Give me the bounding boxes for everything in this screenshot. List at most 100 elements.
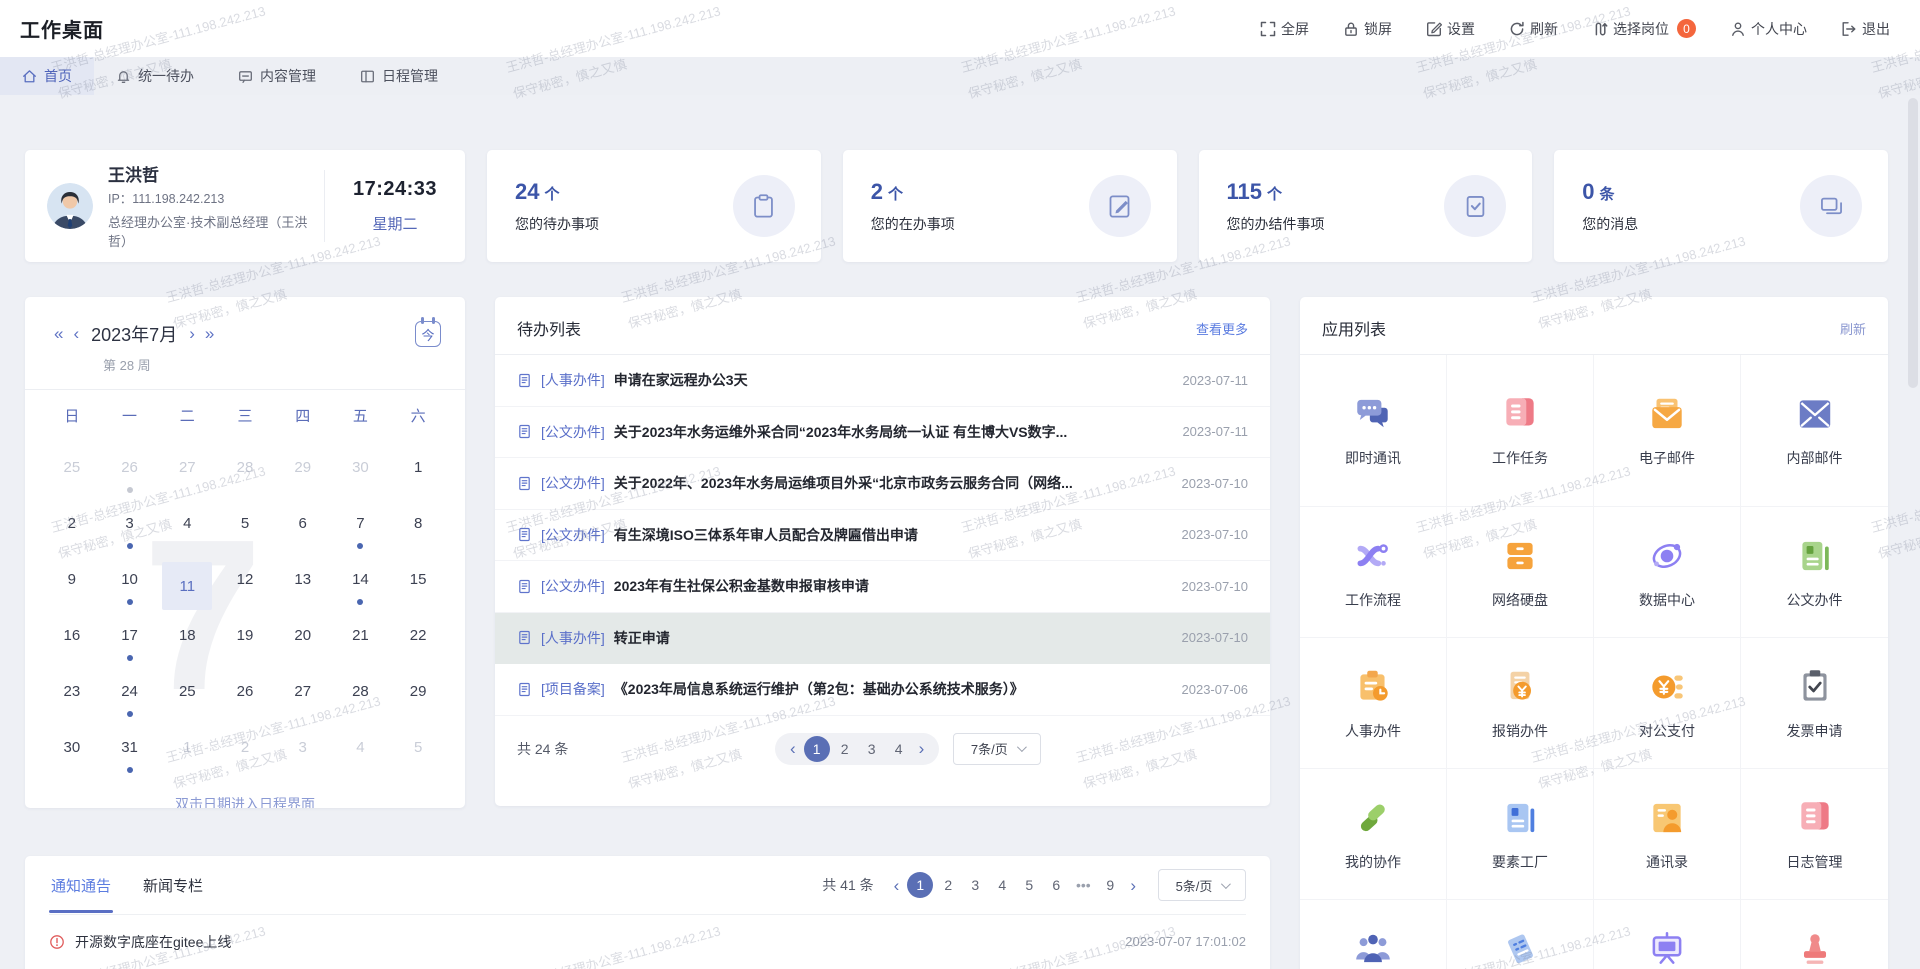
calendar-day[interactable]: 12 xyxy=(216,562,274,618)
todo-item[interactable]: [人事办件] 转正申请 2023-07-10 xyxy=(495,613,1270,665)
topbar-lock-screen-button[interactable]: 锁屏 xyxy=(1343,19,1392,39)
calendar-day[interactable]: 27 xyxy=(274,674,332,730)
page-scrollbar[interactable] xyxy=(1908,98,1918,958)
todo-item[interactable]: [公文办件] 关于2023年水务运维外采合同“2023年水务局统一认证 有生博大… xyxy=(495,407,1270,459)
calendar-day[interactable]: 18 xyxy=(158,618,216,674)
tab-schedule-mgmt[interactable]: 日程管理 xyxy=(338,57,460,95)
topbar-fullscreen-button[interactable]: 全屏 xyxy=(1260,19,1309,39)
calendar-day[interactable]: 26 xyxy=(216,674,274,730)
notice-page-2[interactable]: 2 xyxy=(936,873,960,897)
calendar-hint[interactable]: 双击日期进入日程界面 xyxy=(25,794,465,808)
calendar-day[interactable]: 20 xyxy=(274,618,332,674)
todo-item[interactable]: [公文办件] 有生深境ISO三体系年审人员配合及牌匾借出申请 2023-07-1… xyxy=(495,510,1270,562)
calendar-day[interactable]: 13 xyxy=(274,562,332,618)
calendar-day[interactable]: 23 xyxy=(43,674,101,730)
topbar-refresh-button[interactable]: 刷新 xyxy=(1509,19,1558,39)
app-item-hr[interactable]: 人事办件 xyxy=(1300,638,1447,769)
todo-page-1[interactable]: 1 xyxy=(804,736,830,762)
next-month-button[interactable]: › xyxy=(184,324,200,344)
calendar-day-selected[interactable]: 11 xyxy=(158,562,216,618)
calendar-day[interactable]: 5 xyxy=(389,730,447,786)
stat-card-in-progress[interactable]: 2个 您的在办事项 xyxy=(843,150,1177,262)
app-item-journal[interactable]: 日志管理 xyxy=(1741,769,1888,900)
calendar-day[interactable]: 22 xyxy=(389,618,447,674)
todo-page-2[interactable]: 2 xyxy=(833,737,857,761)
calendar-day[interactable]: 10 xyxy=(101,562,159,618)
calendar-day[interactable]: 19 xyxy=(216,618,274,674)
today-button[interactable]: 今 xyxy=(415,321,441,347)
app-item-stamp[interactable] xyxy=(1741,900,1888,969)
app-item-datacenter[interactable]: 数据中心 xyxy=(1594,507,1741,638)
view-more-link[interactable]: 查看更多 xyxy=(1196,319,1248,338)
calendar-day[interactable]: 17 xyxy=(101,618,159,674)
app-item-netdisk[interactable]: 网络硬盘 xyxy=(1447,507,1594,638)
prev-month-button[interactable]: ‹ xyxy=(68,324,84,344)
todo-next-page-button[interactable]: › xyxy=(914,740,930,757)
stat-card-messages[interactable]: 0条 您的消息 xyxy=(1554,150,1888,262)
calendar-day[interactable]: 15 xyxy=(389,562,447,618)
notice-prev-page-button[interactable]: ‹ xyxy=(889,877,905,894)
calendar-day[interactable]: 3 xyxy=(101,506,159,562)
calendar-day[interactable]: 29 xyxy=(389,674,447,730)
app-item-receipt[interactable] xyxy=(1447,900,1594,969)
app-item-email[interactable]: 电子邮件 xyxy=(1594,355,1741,507)
tab-content-mgmt[interactable]: 内容管理 xyxy=(216,57,338,95)
todo-page-size-select[interactable]: 7条/页 xyxy=(953,733,1041,765)
calendar-day[interactable]: 7 xyxy=(332,506,390,562)
app-item-board[interactable] xyxy=(1594,900,1741,969)
todo-item[interactable]: [公文办件] 关于2022年、2023年水务局运维项目外采“北京市政务云服务合同… xyxy=(495,458,1270,510)
calendar-day[interactable]: 29 xyxy=(274,450,332,506)
calendar-day[interactable]: 25 xyxy=(158,674,216,730)
todo-item[interactable]: [项目备案] 《2023年局信息系统运行维护（第2包：基础办公系统技术服务）》 … xyxy=(495,664,1270,716)
app-item-contacts[interactable]: 通讯录 xyxy=(1594,769,1741,900)
app-item-official-doc[interactable]: 公文办件 xyxy=(1741,507,1888,638)
stat-card-completed[interactable]: 115个 您的办结件事项 xyxy=(1199,150,1533,262)
tab-home[interactable]: 首页 xyxy=(0,57,94,95)
app-item-invoice[interactable]: 发票申请 xyxy=(1741,638,1888,769)
next-year-button[interactable]: » xyxy=(200,324,219,344)
app-item-factory[interactable]: 要素工厂 xyxy=(1447,769,1594,900)
scrollbar-thumb[interactable] xyxy=(1908,98,1918,388)
notice-next-page-button[interactable]: › xyxy=(1125,877,1141,894)
notice-tab-news[interactable]: 新闻专栏 xyxy=(141,858,205,913)
app-item-workflow[interactable]: 工作流程 xyxy=(1300,507,1447,638)
notice-item[interactable]: 开源数字底座在gitee上线 2023-07-07 17:01:02 xyxy=(49,915,1246,968)
notice-page-1[interactable]: 1 xyxy=(907,872,933,898)
app-item-reimburse[interactable]: 报销办件 xyxy=(1447,638,1594,769)
notice-page-size-select[interactable]: 5条/页 xyxy=(1158,869,1246,901)
todo-page-3[interactable]: 3 xyxy=(860,737,884,761)
todo-page-4[interactable]: 4 xyxy=(887,737,911,761)
topbar-profile-button[interactable]: 个人中心 xyxy=(1730,19,1807,39)
app-item-payment[interactable]: 对公支付 xyxy=(1594,638,1741,769)
calendar-day[interactable]: 2 xyxy=(216,730,274,786)
notice-page-3[interactable]: 3 xyxy=(963,873,987,897)
stat-card-pending[interactable]: 24个 您的待办事项 xyxy=(487,150,821,262)
calendar-day[interactable]: 3 xyxy=(274,730,332,786)
calendar-day[interactable]: 25 xyxy=(43,450,101,506)
calendar-day[interactable]: 24 xyxy=(101,674,159,730)
topbar-settings-button[interactable]: 设置 xyxy=(1426,19,1475,39)
notice-page-5[interactable]: 5 xyxy=(1017,873,1041,897)
apps-refresh-link[interactable]: 刷新 xyxy=(1840,319,1866,338)
prev-year-button[interactable]: « xyxy=(49,324,68,344)
calendar-day[interactable]: 2 xyxy=(43,506,101,562)
calendar-day[interactable]: 8 xyxy=(389,506,447,562)
calendar-day[interactable]: 4 xyxy=(158,506,216,562)
calendar-day[interactable]: 30 xyxy=(43,730,101,786)
tab-unified-todo[interactable]: 统一待办 xyxy=(94,57,216,95)
todo-item[interactable]: [公文办件] 2023年有生社保公积金基数申报审核申请 2023-07-10 xyxy=(495,561,1270,613)
calendar-day[interactable]: 27 xyxy=(158,450,216,506)
app-item-im[interactable]: 即时通讯 xyxy=(1300,355,1447,507)
calendar-day[interactable]: 1 xyxy=(158,730,216,786)
calendar-day[interactable]: 26 xyxy=(101,450,159,506)
todo-item[interactable]: [人事办件] 申请在家远程办公3天 2023-07-11 xyxy=(495,355,1270,407)
notice-page-4[interactable]: 4 xyxy=(990,873,1014,897)
calendar-day[interactable]: 14 xyxy=(332,562,390,618)
calendar-day[interactable]: 6 xyxy=(274,506,332,562)
calendar-day[interactable]: 30 xyxy=(332,450,390,506)
notice-tab-notice[interactable]: 通知通告 xyxy=(49,858,113,913)
calendar-day[interactable]: 28 xyxy=(216,450,274,506)
calendar-day[interactable]: 28 xyxy=(332,674,390,730)
calendar-day[interactable]: 21 xyxy=(332,618,390,674)
notice-page-9[interactable]: 9 xyxy=(1098,873,1122,897)
